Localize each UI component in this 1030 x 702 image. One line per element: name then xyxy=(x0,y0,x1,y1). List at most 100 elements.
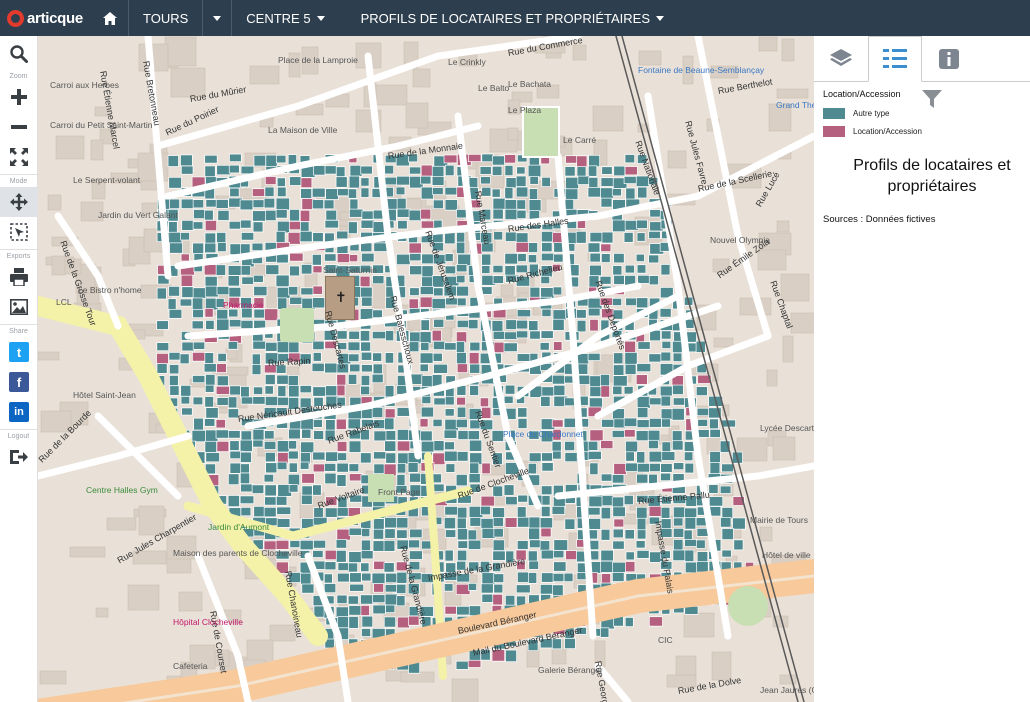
parcel-autre-type xyxy=(360,286,373,298)
select-mode-button[interactable] xyxy=(0,217,38,247)
parcel-location-accession xyxy=(419,418,429,428)
parcel-location-accession xyxy=(444,605,457,615)
parcel-autre-type xyxy=(180,232,190,241)
parcel-autre-type xyxy=(300,188,312,199)
parcel-autre-type xyxy=(288,341,300,354)
parcel-autre-type xyxy=(396,529,408,539)
parcel-autre-type xyxy=(203,363,217,373)
parcel-autre-type xyxy=(227,495,240,508)
church-icon: ✝ xyxy=(335,289,347,305)
parcel-autre-type xyxy=(156,320,169,330)
tabs-spacer xyxy=(976,36,1030,82)
parcel-autre-type xyxy=(204,232,217,244)
parcel-autre-type xyxy=(360,187,370,198)
parcel-autre-type xyxy=(601,231,614,244)
parcel-autre-type xyxy=(168,286,180,297)
parcel-autre-type xyxy=(299,230,313,243)
city-selector[interactable]: TOURS xyxy=(129,0,202,36)
parcel-autre-type xyxy=(205,199,218,208)
parcel-autre-type xyxy=(432,352,443,362)
parcel-autre-type xyxy=(300,287,315,296)
building-footprint xyxy=(638,50,662,66)
parcel-autre-type xyxy=(587,187,602,198)
search-button[interactable] xyxy=(0,36,38,72)
parcel-autre-type xyxy=(672,352,683,362)
home-button[interactable] xyxy=(92,0,128,36)
parcel-autre-type xyxy=(275,197,290,211)
parcel-location-accession xyxy=(300,177,313,189)
parcel-autre-type xyxy=(433,287,444,297)
building-footprint xyxy=(39,670,67,685)
parcel-autre-type xyxy=(636,550,650,559)
parcel-autre-type xyxy=(372,594,386,603)
tab-legend[interactable] xyxy=(868,36,922,82)
map-canvas[interactable]: ✝ Rue Bretonneau Rue du Mûrier Rue du Poir… xyxy=(38,36,814,702)
parcel-autre-type xyxy=(276,341,290,354)
parcel-autre-type xyxy=(431,298,446,309)
parcel-autre-type xyxy=(492,208,504,220)
print-button[interactable] xyxy=(0,262,38,292)
export-image-button[interactable] xyxy=(0,292,38,322)
fit-extent-button[interactable] xyxy=(0,142,38,172)
city-dropdown-button[interactable] xyxy=(203,0,231,36)
map-selector[interactable]: PROFILS DE LOCATAIRES ET PROPRIÉTAIRES xyxy=(339,0,678,36)
parcel-autre-type xyxy=(468,605,482,616)
place-label: CIC xyxy=(658,635,673,645)
place-label: LCL xyxy=(56,297,72,307)
share-twitter-button[interactable]: t xyxy=(0,337,38,367)
zone-selector[interactable]: CENTRE 5 xyxy=(232,0,338,36)
parcel-location-accession xyxy=(504,517,518,528)
parcel-autre-type xyxy=(192,199,204,209)
share-facebook-button[interactable]: f xyxy=(0,367,38,397)
parcel-autre-type xyxy=(409,166,422,175)
parcel-autre-type xyxy=(193,209,207,220)
parcel-autre-type xyxy=(492,539,505,551)
parcel-autre-type xyxy=(276,374,289,385)
parcel-autre-type xyxy=(227,430,241,439)
zoom-out-button[interactable] xyxy=(0,112,38,142)
parcel-autre-type xyxy=(204,418,216,427)
parcel-autre-type xyxy=(419,363,429,372)
parcel-location-accession xyxy=(216,440,230,452)
parcel-autre-type xyxy=(587,352,601,361)
parcel-location-accession xyxy=(419,296,434,308)
parcel-autre-type xyxy=(684,549,695,562)
place-label: Hôtel Saint-Jean xyxy=(73,390,136,400)
building-footprint xyxy=(127,584,160,611)
tab-info[interactable] xyxy=(922,36,976,82)
parcel-autre-type xyxy=(239,495,255,505)
parcel-autre-type xyxy=(528,320,539,331)
zoom-in-button[interactable] xyxy=(0,82,38,112)
parcel-autre-type xyxy=(396,253,411,266)
parcel-autre-type xyxy=(240,386,250,399)
parcel-autre-type xyxy=(239,439,253,452)
parcel-autre-type xyxy=(347,374,358,385)
parcel-location-accession xyxy=(648,505,663,517)
building-footprint xyxy=(225,348,238,360)
parcel-autre-type xyxy=(384,528,396,539)
parcel-autre-type xyxy=(312,484,322,496)
parcel-autre-type xyxy=(517,407,528,418)
tab-layers[interactable] xyxy=(814,36,868,82)
parcel-autre-type xyxy=(553,384,566,396)
articque-logo[interactable]: articque xyxy=(0,0,92,36)
pan-mode-button[interactable] xyxy=(0,187,38,217)
parcel-autre-type xyxy=(313,539,327,549)
legend-filter-button[interactable] xyxy=(922,90,942,113)
chevron-down-icon xyxy=(316,15,325,21)
parcel-autre-type xyxy=(168,231,183,244)
print-icon xyxy=(10,268,28,286)
parcel-autre-type xyxy=(360,177,370,187)
parcel-autre-type xyxy=(671,430,683,442)
parcel-autre-type xyxy=(504,253,518,265)
parcel-autre-type xyxy=(299,461,310,470)
parcel-autre-type xyxy=(228,221,242,230)
share-linkedin-button[interactable]: in xyxy=(0,397,38,427)
building-footprint xyxy=(90,139,104,161)
parcel-autre-type xyxy=(407,462,419,473)
logout-button[interactable] xyxy=(0,442,38,472)
map-svg xyxy=(38,36,814,702)
parcel-autre-type xyxy=(721,528,734,540)
parcel-autre-type xyxy=(205,320,215,330)
parcel-autre-type xyxy=(443,583,454,592)
